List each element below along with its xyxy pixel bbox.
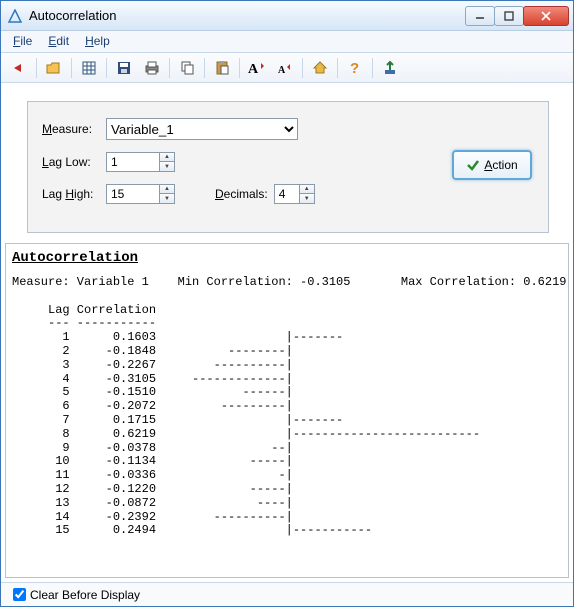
menu-edit[interactable]: Edit	[40, 31, 77, 52]
output-title: Autocorrelation	[12, 250, 562, 266]
measure-select[interactable]: Variable_1	[106, 118, 298, 140]
svg-text:A: A	[248, 62, 259, 76]
action-button-label: Action	[484, 158, 517, 172]
output-area[interactable]: Autocorrelation Measure: Variable 1 Min …	[5, 243, 569, 578]
exit-icon[interactable]	[378, 56, 402, 80]
toolbar-separator	[169, 58, 170, 78]
menubar: File Edit Help	[1, 31, 573, 53]
close-button[interactable]	[523, 6, 569, 26]
open-icon[interactable]	[42, 56, 66, 80]
laghigh-spinner[interactable]: ▲▼	[160, 184, 175, 204]
save-icon[interactable]	[112, 56, 136, 80]
form-area: Measure: Variable_1 Lag Low: ▲▼ Lag High…	[1, 83, 573, 243]
window: Autocorrelation File Edit Help	[0, 0, 574, 607]
toolbar-separator	[239, 58, 240, 78]
clear-before-display-checkbox[interactable]	[13, 588, 26, 601]
minimize-button[interactable]	[465, 6, 495, 26]
toolbar-separator	[302, 58, 303, 78]
toolbar: A A ?	[1, 53, 573, 83]
action-button[interactable]: Action	[452, 150, 532, 180]
laghigh-label: Lag High:	[42, 187, 106, 201]
statusbar: Clear Before Display	[1, 582, 573, 606]
font-increase-icon[interactable]: A	[245, 56, 269, 80]
laglow-spinner[interactable]: ▲▼	[160, 152, 175, 172]
decimals-label: Decimals:	[215, 187, 268, 201]
font-decrease-icon[interactable]: A	[273, 56, 297, 80]
app-icon	[7, 8, 23, 24]
print-icon[interactable]	[140, 56, 164, 80]
maximize-button[interactable]	[494, 6, 524, 26]
decimals-input[interactable]	[274, 184, 300, 204]
toolbar-separator	[337, 58, 338, 78]
svg-text:A: A	[278, 65, 286, 76]
titlebar: Autocorrelation	[1, 1, 573, 31]
window-title: Autocorrelation	[29, 8, 116, 23]
laglow-input[interactable]	[106, 152, 160, 172]
copy-icon[interactable]	[175, 56, 199, 80]
toolbar-separator	[372, 58, 373, 78]
form-panel: Measure: Variable_1 Lag Low: ▲▼ Lag High…	[27, 101, 549, 233]
toolbar-separator	[36, 58, 37, 78]
menu-help[interactable]: Help	[77, 31, 118, 52]
window-controls	[466, 6, 569, 26]
menu-file[interactable]: File	[5, 31, 40, 52]
paste-icon[interactable]	[210, 56, 234, 80]
toolbar-separator	[106, 58, 107, 78]
home-icon[interactable]	[308, 56, 332, 80]
output-text: Measure: Variable 1 Min Correlation: -0.…	[12, 276, 562, 538]
back-icon[interactable]	[7, 56, 31, 80]
toolbar-separator	[71, 58, 72, 78]
laglow-label: Lag Low:	[42, 155, 106, 169]
measure-label: Measure:	[42, 122, 106, 136]
clear-before-display-label[interactable]: Clear Before Display	[30, 588, 140, 602]
grid-icon[interactable]	[77, 56, 101, 80]
laghigh-input[interactable]	[106, 184, 160, 204]
help-icon[interactable]: ?	[343, 56, 367, 80]
decimals-spinner[interactable]: ▲▼	[300, 184, 315, 204]
check-icon	[466, 158, 480, 172]
toolbar-separator	[204, 58, 205, 78]
svg-text:?: ?	[350, 60, 359, 76]
